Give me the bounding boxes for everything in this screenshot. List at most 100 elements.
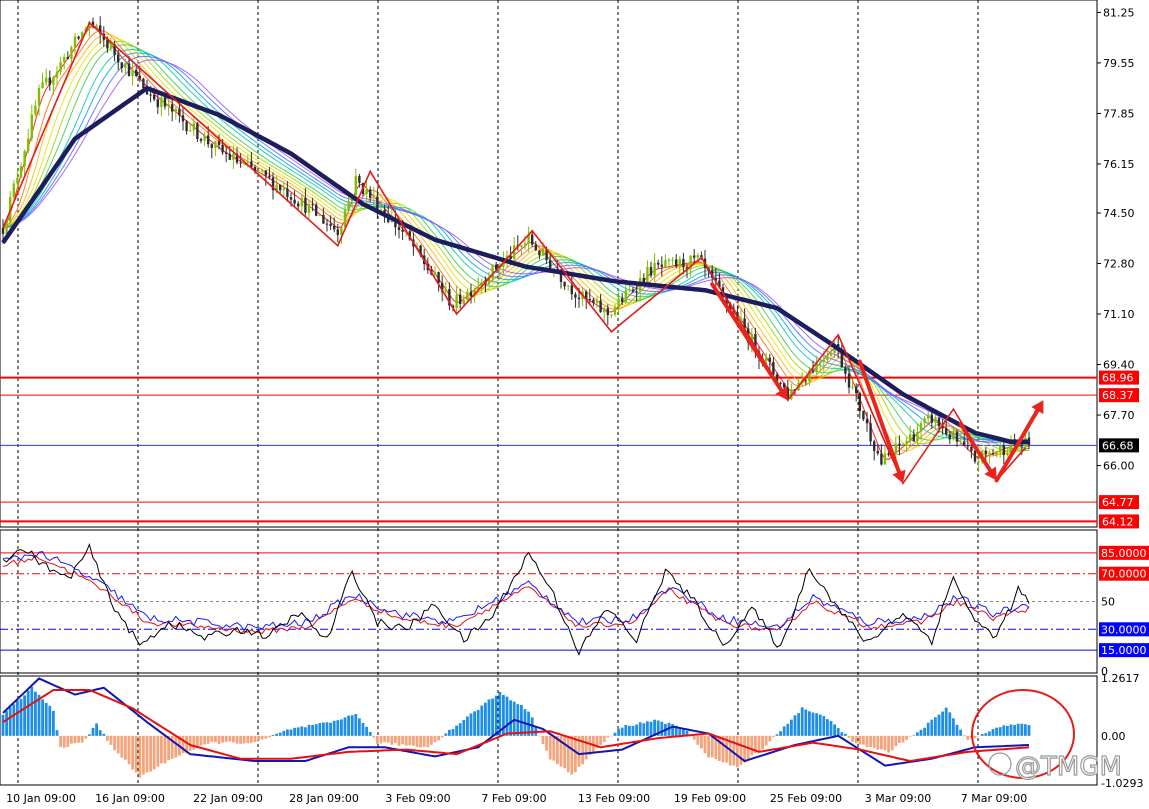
candle-body: [984, 450, 987, 455]
candle-body: [876, 450, 879, 454]
macd-histogram-bar: [505, 696, 509, 736]
macd-histogram-bar: [581, 735, 584, 765]
watermark-text: @TMGM: [1015, 752, 1122, 782]
candle-body: [228, 153, 231, 160]
macd-histogram-bar: [34, 691, 37, 736]
candle-body: [970, 446, 973, 451]
candle-body: [199, 138, 203, 141]
macd-histogram-bar: [401, 735, 404, 745]
x-tick-label: 25 Feb 09:00: [770, 792, 842, 805]
macd-histogram-bar: [908, 735, 912, 737]
candle-body: [523, 243, 527, 246]
price-level-tag-label: 68.37: [1102, 389, 1134, 402]
macd-histogram-bar: [574, 735, 577, 773]
candle-body: [919, 423, 923, 432]
price-tick-label: 81.25: [1103, 6, 1135, 19]
macd-histogram-bar: [1020, 723, 1024, 736]
macd-histogram-bar: [437, 735, 440, 741]
macd-histogram-bar: [984, 733, 988, 736]
candle-body: [70, 47, 73, 59]
x-tick-label: 13 Feb 09:00: [578, 792, 650, 805]
macd-histogram-bar: [70, 735, 73, 744]
candle-body: [909, 434, 912, 441]
candle-body: [127, 63, 131, 77]
macd-histogram-bar: [365, 726, 368, 736]
candle-body: [264, 170, 267, 176]
macd-histogram-bar: [973, 735, 977, 739]
candle-body: [174, 108, 177, 112]
candle-body: [862, 410, 865, 420]
candle-body: [657, 262, 660, 265]
candle-body: [599, 300, 602, 313]
candle-body: [847, 373, 851, 388]
candle-body: [966, 445, 969, 447]
candle-body: [401, 229, 404, 232]
candle-body: [963, 441, 966, 446]
candle-body: [819, 361, 822, 363]
candle-body: [192, 123, 195, 131]
candle-body: [19, 166, 23, 178]
macd-histogram-bar: [343, 717, 347, 736]
macd-histogram-bar: [718, 735, 721, 761]
macd-histogram-bar: [246, 735, 250, 744]
macd-histogram-bar: [797, 713, 800, 736]
candle-body: [945, 428, 948, 435]
macd-histogram-bar: [628, 725, 631, 736]
macd-histogram-bar: [296, 727, 300, 736]
candle-body: [142, 78, 145, 89]
macd-histogram-bar: [426, 735, 430, 748]
macd-histogram-bar: [307, 724, 311, 736]
macd-histogram-bar: [1009, 724, 1013, 736]
macd-histogram-bar: [883, 735, 887, 751]
macd-histogram-bar: [851, 735, 854, 742]
candle-body: [149, 94, 152, 96]
candle-body: [318, 214, 321, 216]
macd-histogram-bar: [988, 731, 991, 736]
macd-histogram-bar: [98, 730, 102, 736]
macd-histogram-bar: [206, 735, 210, 744]
candle-body: [768, 357, 771, 362]
macd-histogram-bar: [707, 735, 710, 758]
macd-histogram-bar: [116, 735, 120, 754]
macd-histogram-bar: [606, 735, 610, 738]
macd-histogram-bar: [415, 735, 419, 747]
stochastic-level-tag-label: 30.0000: [1101, 623, 1147, 636]
macd-histogram-bar: [91, 727, 95, 736]
macd-histogram-bar: [286, 729, 289, 736]
candle-body: [372, 196, 375, 198]
macd-histogram-bar: [433, 735, 437, 743]
macd-histogram-bar: [566, 735, 570, 773]
macd-histogram-bar: [887, 735, 890, 753]
macd-histogram-bar: [440, 735, 444, 738]
candle-body: [156, 99, 159, 108]
macd-histogram-bar: [30, 686, 34, 736]
candle-body: [369, 189, 372, 198]
candle-body: [95, 25, 98, 27]
candle-body: [45, 77, 48, 83]
macd-histogram-bar: [768, 735, 772, 742]
macd-histogram-bar: [840, 732, 844, 736]
x-tick-label: 3 Mar 09:00: [865, 792, 931, 805]
candle-body: [37, 88, 41, 106]
macd-histogram-bar: [761, 735, 764, 750]
macd-histogram-bar: [340, 719, 343, 736]
macd-histogram-bar: [329, 722, 332, 736]
macd-histogram-bar: [880, 735, 883, 750]
candle-body: [873, 441, 876, 451]
candle-body: [397, 227, 401, 230]
candle-body: [343, 210, 347, 228]
candle-body: [1002, 445, 1005, 456]
macd-histogram-bar: [62, 735, 66, 748]
macd-histogram-bar: [257, 735, 260, 740]
candle-body: [365, 189, 368, 195]
candle-body: [826, 355, 829, 360]
candle-body: [664, 260, 667, 267]
macd-histogram-bar: [386, 735, 390, 743]
macd-histogram-bar: [700, 735, 703, 749]
candle-body: [358, 176, 361, 184]
macd-histogram-bar: [203, 735, 206, 745]
candle-body: [210, 144, 213, 148]
x-tick-label: 28 Jan 09:00: [289, 792, 359, 805]
candle-body: [268, 175, 271, 178]
macd-histogram-bar: [538, 735, 541, 737]
